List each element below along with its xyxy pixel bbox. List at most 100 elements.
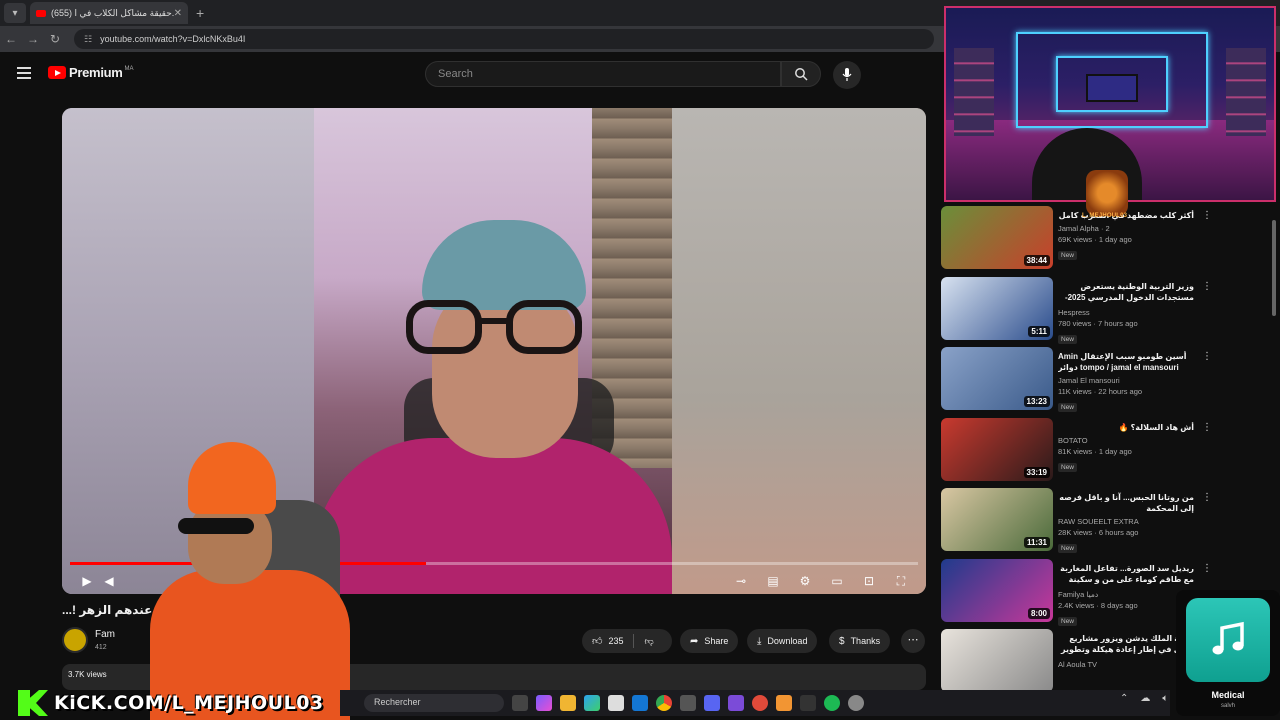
speaker-icon[interactable]: 🔈︎ (1162, 693, 1168, 704)
more-options-icon[interactable]: ⋮ (1202, 281, 1212, 292)
recommendation-item[interactable]: 11:31 من روتانا الحبس... آنا و باقل فرصه … (940, 488, 1240, 559)
recommendation-title[interactable]: ريديل سد الصورة... تفاعل المغاربة مع طاق… (1058, 563, 1194, 587)
settings-gear-icon[interactable]: ⚙ (794, 573, 816, 589)
search-icon (795, 68, 808, 81)
recommendation-item[interactable]: 13:23 Amin أسين طومبو سبب الإعتقال دوائر … (940, 347, 1240, 418)
play-icon[interactable]: ▶ (76, 573, 98, 589)
back-icon[interactable]: ← (0, 32, 22, 46)
url-field[interactable]: ☷ youtube.com/watch?v=DxlcNKxBu4I (74, 29, 934, 49)
duration-badge: 33:19 (1023, 466, 1050, 478)
site-info-icon[interactable]: ☷ (84, 34, 92, 45)
recommendation-channel[interactable]: Jamal Alpha · 2 (1058, 224, 1194, 233)
logo-brand: Premium (69, 65, 123, 80)
browser-tab-youtube[interactable]: (655) حقيقة مشاكل الكلاب في ا... ✕ (30, 2, 188, 24)
recommendation-title[interactable]: جلالة الملك يدشن ويزور مشاريع كبرى في إط… (1058, 633, 1194, 657)
video-thumbnail[interactable] (941, 629, 1053, 692)
search-button[interactable] (781, 61, 821, 87)
network-icon[interactable]: ☁ (1140, 693, 1150, 704)
media-icon[interactable] (848, 695, 864, 711)
more-options-icon[interactable]: ⋮ (1202, 492, 1212, 503)
app-icon[interactable] (680, 695, 696, 711)
kick-banner: KiCK.COM/L_MEJHOUL03 (0, 686, 380, 720)
recommendation-title[interactable]: من روتانا الحبس... آنا و باقل فرصه إلى ا… (1058, 492, 1194, 514)
recommendation-title[interactable]: وزير التربية الوطنية يستعرض مستجدات الدخ… (1058, 281, 1194, 305)
video-thumbnail[interactable]: 11:31 (941, 488, 1053, 551)
person-glasses (406, 300, 584, 356)
video-thumbnail[interactable]: 8:00 (941, 558, 1053, 622)
video-thumbnail[interactable]: 13:23 (941, 347, 1053, 410)
new-badge: New (1058, 403, 1078, 412)
thanks-button[interactable]: $ Thanks (829, 629, 891, 653)
duration-badge: 13:23 (1023, 396, 1050, 407)
recommendation-stats: 780 views · 7 hours ago (1058, 318, 1138, 328)
volume-icon[interactable]: ◀ (98, 573, 120, 589)
cast-icon[interactable]: ⊡ (858, 573, 880, 589)
task-view-icon[interactable] (512, 695, 528, 711)
reload-icon[interactable]: ↻ (44, 32, 66, 46)
spotify-icon[interactable] (824, 695, 840, 711)
chrome-icon[interactable] (656, 695, 672, 711)
taskbar-search[interactable]: Rechercher (364, 694, 504, 712)
subtitles-icon[interactable]: ▤ (762, 573, 784, 589)
download-button[interactable]: ⤓ Download (747, 629, 818, 653)
theater-mode-icon[interactable]: ▭ (826, 573, 848, 589)
autoplay-toggle[interactable]: ⊸ (730, 573, 752, 589)
new-badge: New (1058, 462, 1078, 472)
like-count[interactable]: 235 (608, 636, 623, 646)
tray-chevron-icon[interactable]: ⌃ (1120, 693, 1128, 704)
share-button[interactable]: ➦ Share (680, 629, 739, 653)
app-dark-icon[interactable] (800, 695, 816, 711)
video-thumbnail[interactable]: 5:11 (941, 276, 1053, 340)
recommendation-channel[interactable]: BOTATO (1058, 436, 1194, 445)
file-explorer-icon[interactable] (560, 695, 576, 711)
outlook-icon[interactable] (632, 695, 648, 711)
store-icon[interactable] (608, 695, 624, 711)
channel-name[interactable]: Fam (95, 629, 115, 640)
recommendation-stats: 28K views · 6 hours ago (1058, 528, 1139, 537)
music-note-icon (1212, 621, 1244, 655)
share-icon: ➦ (690, 635, 699, 647)
recommendation-title[interactable]: Amin أسين طومبو سبب الإعتقال دوائر tompo… (1058, 351, 1194, 373)
page-scrollbar[interactable] (1272, 220, 1276, 316)
app-orange-icon[interactable] (776, 695, 792, 711)
kick-url: KiCK.COM/L_MEJHOUL03 (54, 692, 324, 714)
menu-icon[interactable] (17, 67, 31, 79)
game-icon[interactable] (728, 695, 744, 711)
video-thumbnail[interactable]: 33:19 (941, 417, 1053, 481)
more-options-icon[interactable]: ⋮ (1202, 210, 1212, 221)
dislike-icon[interactable]: 👎︎ (644, 636, 653, 647)
search-input[interactable]: Search (425, 61, 781, 87)
more-options-icon[interactable]: ⋮ (1202, 351, 1212, 362)
channel-avatar[interactable] (62, 627, 88, 653)
recommendation-channel[interactable]: Al Aoula TV (1058, 660, 1194, 669)
recommendation-channel[interactable]: Hespress (1058, 308, 1194, 317)
recommendation-item[interactable]: 33:19 أش هاد السلالة؟ 🔥 BOTATO 81K views · … (940, 417, 1240, 489)
now-playing-widget[interactable]: Medical salvh (1176, 590, 1280, 716)
close-tab-icon[interactable]: ✕ (174, 8, 182, 19)
like-icon[interactable]: 👍︎ (592, 635, 602, 647)
more-options-icon[interactable]: ⋮ (1202, 563, 1212, 574)
recommendation-channel[interactable]: RAW SOUEELT EXTRA (1058, 517, 1194, 526)
copilot-icon[interactable] (536, 695, 552, 711)
recommendation-item[interactable]: 5:11 وزير التربية الوطنية يستعرض مستجدات … (940, 276, 1240, 348)
video-thumbnail[interactable]: 38:44 (941, 206, 1053, 269)
voice-search-button[interactable] (833, 61, 861, 89)
tab-title: (655) حقيقة مشاكل الكلاب في ا... (51, 7, 174, 18)
youtube-logo[interactable]: Premium MA (48, 65, 134, 80)
more-actions-icon[interactable]: ⋯ (901, 629, 925, 653)
edge-icon[interactable] (584, 695, 600, 711)
new-tab-button[interactable]: + (196, 5, 204, 21)
recommendation-title[interactable]: أش هاد السلالة؟ 🔥 (1058, 422, 1194, 433)
obs-icon[interactable] (752, 695, 768, 711)
like-dislike-group: 👍︎ 235 👎︎ (582, 629, 672, 653)
tab-search-button[interactable]: ▾ (4, 3, 26, 23)
recommendation-channel[interactable]: Familya دميا (1058, 590, 1194, 599)
streamer-mascot-logo (1086, 170, 1128, 216)
track-title: Medical (1211, 690, 1245, 700)
recommendation-channel[interactable]: Jamal El mansouri (1058, 376, 1194, 385)
discord-icon[interactable] (704, 695, 720, 711)
fullscreen-icon[interactable]: ⛶ (890, 573, 912, 589)
more-options-icon[interactable]: ⋮ (1202, 422, 1212, 433)
download-label: Download (767, 636, 808, 646)
forward-icon[interactable]: → (22, 32, 44, 46)
